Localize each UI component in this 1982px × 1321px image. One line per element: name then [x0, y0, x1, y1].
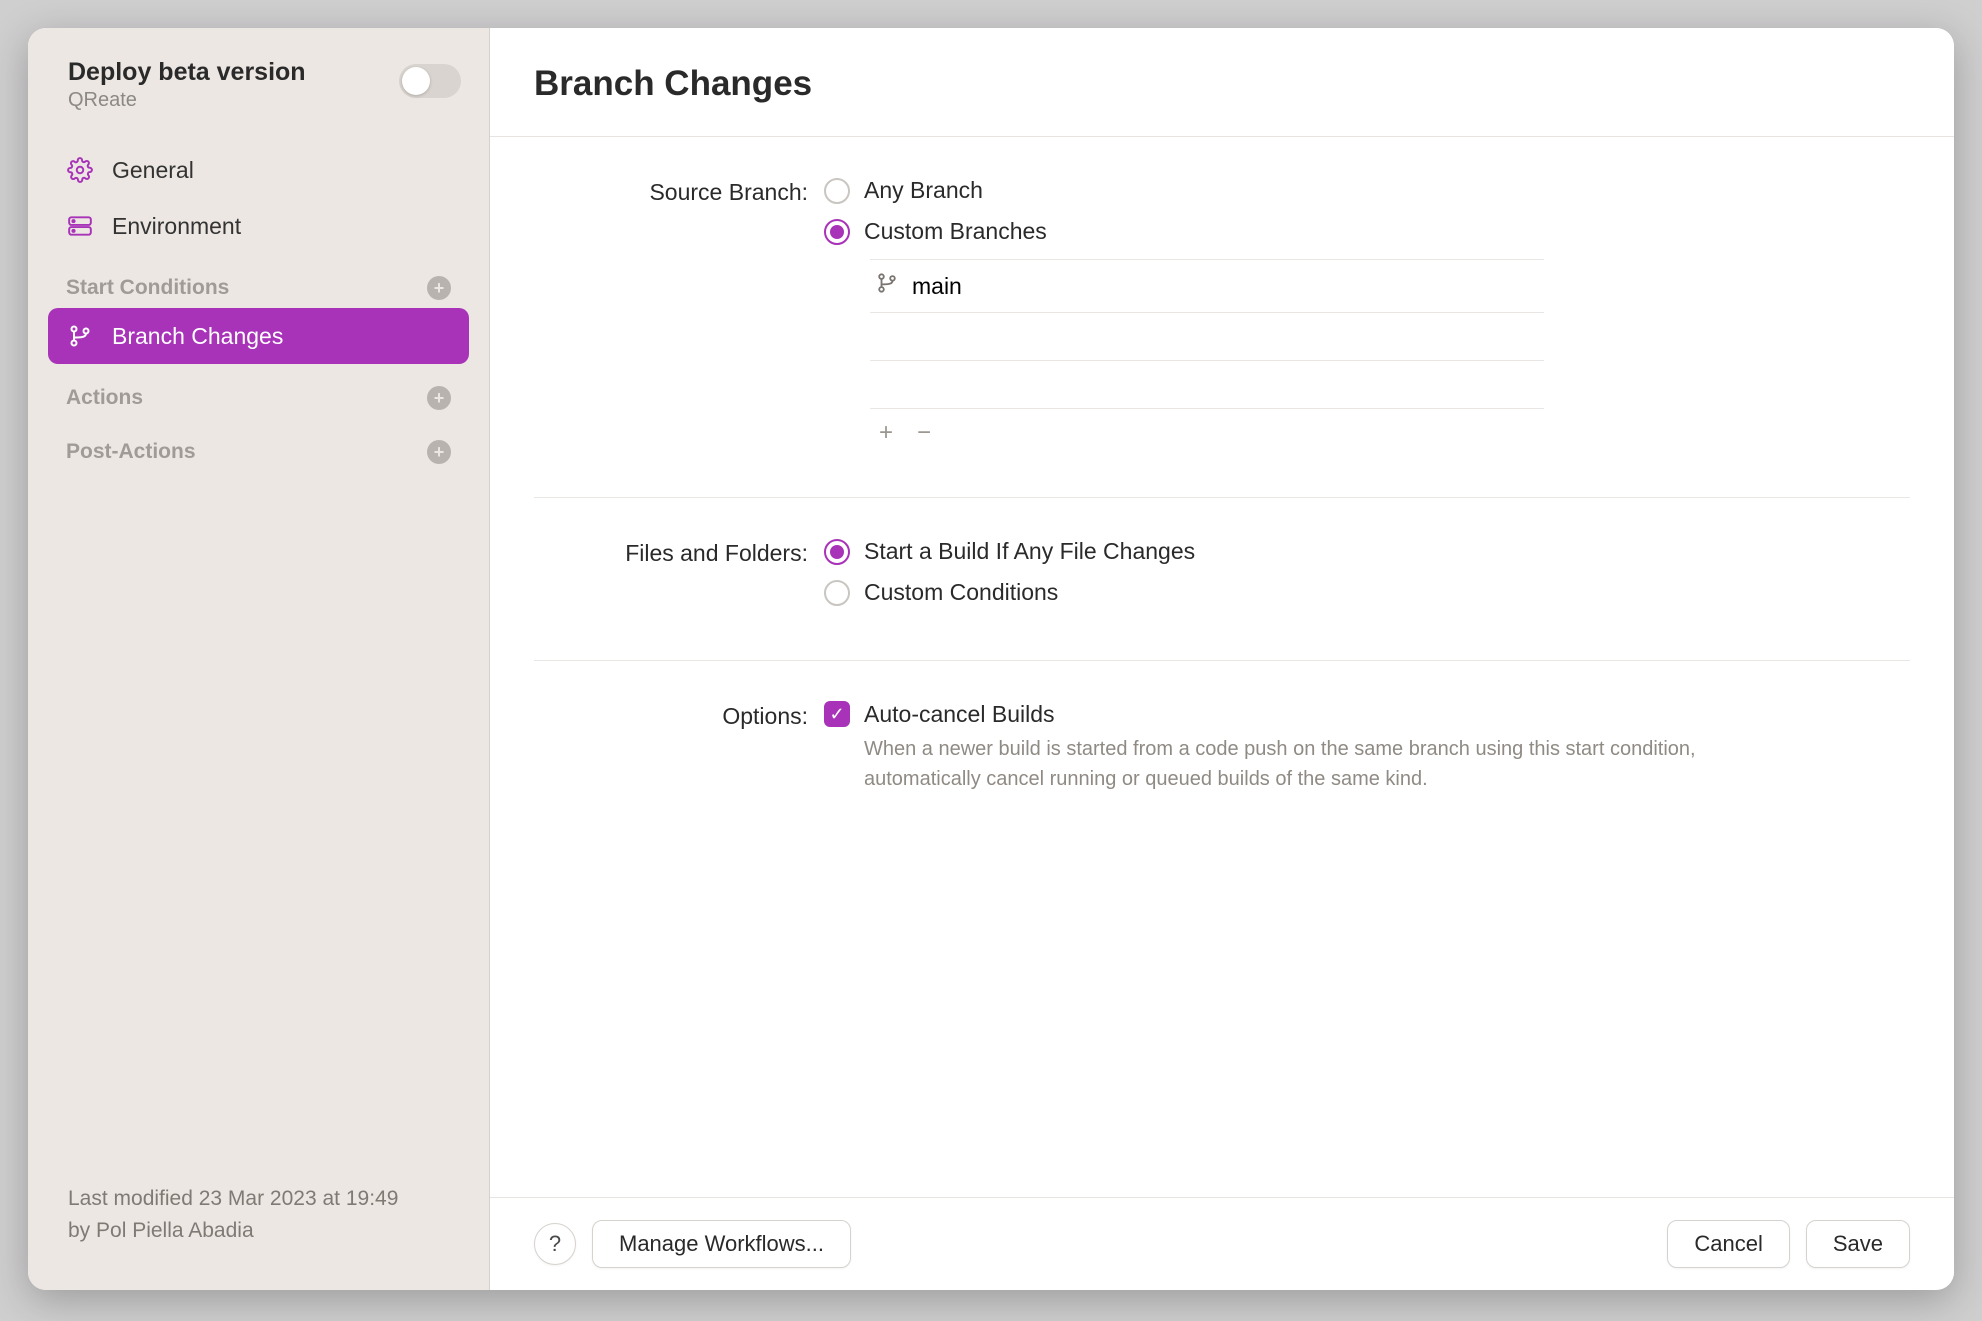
add-branch-button[interactable]: + — [876, 419, 896, 447]
workflow-edit-window: Deploy beta version QReate General — [28, 28, 1954, 1290]
radio-label: Start a Build If Any File Changes — [864, 538, 1195, 565]
manage-workflows-button[interactable]: Manage Workflows... — [592, 1220, 851, 1268]
radio-icon — [824, 178, 850, 204]
autocancel-checkbox[interactable]: ✓ — [824, 701, 850, 727]
files-folders-content: Start a Build If Any File Changes Custom… — [824, 538, 1910, 620]
section-label: Start Conditions — [66, 276, 229, 300]
branch-icon — [876, 272, 898, 300]
branch-row-empty[interactable] — [870, 361, 1544, 409]
workflow-title: Deploy beta version — [68, 58, 306, 87]
section-label: Actions — [66, 386, 143, 410]
radio-icon — [824, 539, 850, 565]
branch-list: main + − — [870, 259, 1544, 457]
section-post-actions: Post-Actions + — [48, 418, 469, 472]
section-actions: Actions + — [48, 364, 469, 418]
branch-row[interactable]: main — [870, 259, 1544, 313]
last-modified-info: Last modified 23 Mar 2023 at 19:49 by Po… — [28, 1183, 489, 1290]
add-start-condition-button[interactable]: + — [427, 276, 451, 300]
radio-any-branch[interactable]: Any Branch — [824, 177, 1910, 204]
radio-label: Custom Branches — [864, 218, 1047, 245]
cancel-button[interactable]: Cancel — [1667, 1220, 1789, 1268]
help-button[interactable]: ? — [534, 1223, 576, 1265]
sidebar-item-label: Environment — [112, 213, 241, 240]
add-action-button[interactable]: + — [427, 386, 451, 410]
page-title: Branch Changes — [534, 64, 1910, 104]
files-folders-label: Files and Folders: — [534, 538, 824, 620]
sidebar-nav: General Environment Start Conditions + — [28, 132, 489, 472]
autocancel-description: When a newer build is started from a cod… — [864, 734, 1744, 794]
autocancel-title: Auto-cancel Builds — [864, 701, 1910, 728]
sidebar-header: Deploy beta version QReate — [28, 28, 489, 132]
gear-icon — [66, 156, 94, 184]
main-body: Source Branch: Any Branch Custom Branche… — [490, 137, 1954, 1197]
branch-list-controls: + − — [870, 409, 1544, 457]
main-panel: Branch Changes Source Branch: Any Branch… — [490, 28, 1954, 1290]
radio-custom-branches[interactable]: Custom Branches — [824, 218, 1910, 245]
save-button[interactable]: Save — [1806, 1220, 1910, 1268]
options-label: Options: — [534, 701, 824, 794]
files-folders-row: Files and Folders: Start a Build If Any … — [534, 538, 1910, 661]
server-icon — [66, 212, 94, 240]
source-branch-row: Source Branch: Any Branch Custom Branche… — [534, 177, 1910, 498]
branch-icon — [66, 322, 94, 350]
add-post-action-button[interactable]: + — [427, 440, 451, 464]
main-footer: ? Manage Workflows... Cancel Save — [490, 1197, 1954, 1290]
radio-label: Custom Conditions — [864, 579, 1058, 606]
options-row: Options: ✓ Auto-cancel Builds When a new… — [534, 701, 1910, 834]
autocancel-option: ✓ Auto-cancel Builds When a newer build … — [824, 701, 1910, 794]
sidebar-item-label: General — [112, 157, 194, 184]
autocancel-text: Auto-cancel Builds When a newer build is… — [864, 701, 1910, 794]
enable-workflow-toggle[interactable] — [399, 64, 461, 98]
radio-icon — [824, 580, 850, 606]
last-modified-author: by Pol Piella Abadia — [68, 1215, 449, 1247]
section-label: Post-Actions — [66, 440, 196, 464]
sidebar-item-general[interactable]: General — [48, 142, 469, 198]
last-modified-timestamp: Last modified 23 Mar 2023 at 19:49 — [68, 1183, 449, 1215]
remove-branch-button[interactable]: − — [914, 419, 934, 447]
radio-icon — [824, 219, 850, 245]
radio-custom-conditions[interactable]: Custom Conditions — [824, 579, 1910, 606]
source-branch-label: Source Branch: — [534, 177, 824, 457]
radio-label: Any Branch — [864, 177, 983, 204]
workflow-title-block: Deploy beta version QReate — [68, 58, 306, 112]
section-start-conditions: Start Conditions + — [48, 254, 469, 308]
main-header: Branch Changes — [490, 28, 1954, 137]
branch-name: main — [912, 273, 962, 300]
sidebar: Deploy beta version QReate General — [28, 28, 490, 1290]
source-branch-content: Any Branch Custom Branches — [824, 177, 1910, 457]
sidebar-item-environment[interactable]: Environment — [48, 198, 469, 254]
sidebar-item-label: Branch Changes — [112, 323, 283, 350]
branch-row-empty[interactable] — [870, 313, 1544, 361]
sidebar-item-branch-changes[interactable]: Branch Changes — [48, 308, 469, 364]
radio-any-file-changes[interactable]: Start a Build If Any File Changes — [824, 538, 1910, 565]
options-content: ✓ Auto-cancel Builds When a newer build … — [824, 701, 1910, 794]
workflow-subtitle: QReate — [68, 89, 306, 112]
